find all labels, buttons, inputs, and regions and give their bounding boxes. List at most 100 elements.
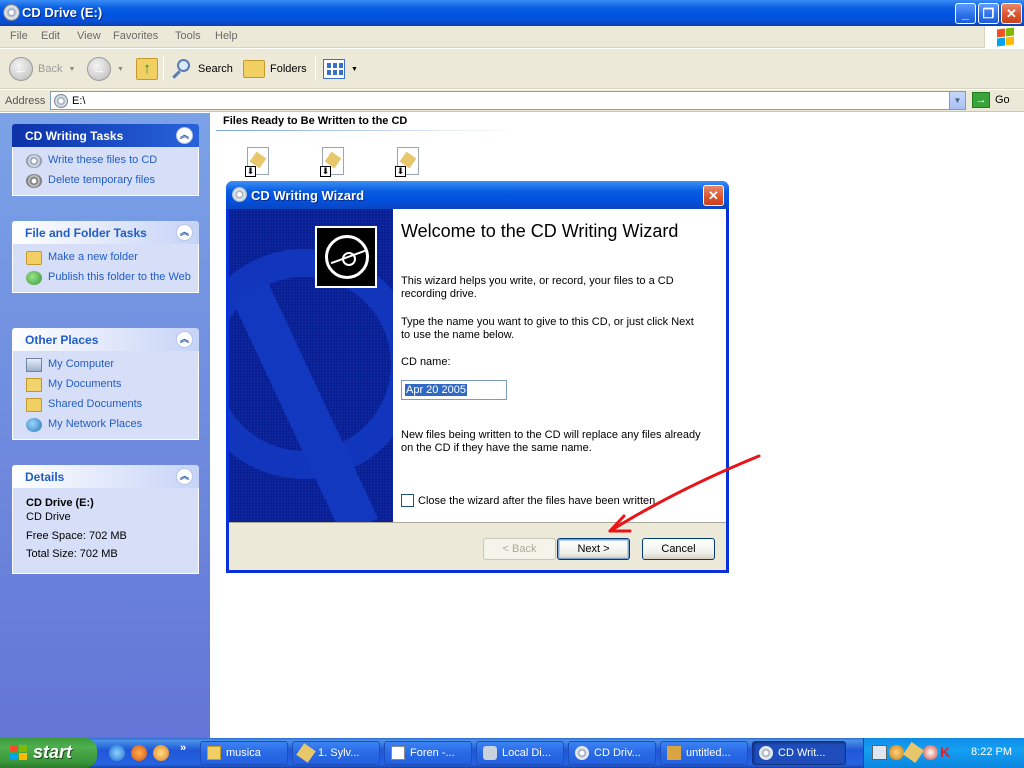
wizard-title: CD Writing Wizard	[251, 188, 365, 203]
publish-folder-link[interactable]: Publish this folder to the Web	[13, 271, 198, 285]
my-computer-link[interactable]: My Computer	[13, 358, 198, 372]
wizard-title-bar[interactable]: CD Writing Wizard	[226, 181, 729, 209]
make-new-folder-link[interactable]: Make a new folder	[13, 251, 198, 265]
checkbox-box[interactable]	[401, 494, 414, 507]
publish-web-icon	[26, 271, 42, 285]
shared-documents-link[interactable]: Shared Documents	[13, 398, 198, 412]
my-network-places-link[interactable]: My Network Places	[13, 418, 198, 432]
write-files-to-cd-link[interactable]: Write these files to CD	[13, 154, 198, 168]
window-title-bar[interactable]: CD Drive (E:) _ ❐ ✕	[0, 0, 1024, 26]
my-documents-icon	[26, 378, 42, 392]
new-folder-icon	[26, 251, 42, 265]
collapse-chevron-icon[interactable]: ︽	[176, 127, 193, 144]
cd-write-icon	[26, 154, 42, 168]
paint-icon	[667, 746, 681, 760]
menu-favorites[interactable]: Favorites	[113, 30, 158, 42]
network-places-icon	[26, 418, 42, 432]
search-button[interactable]: Search	[171, 55, 233, 83]
quicklaunch-expand-icon[interactable]: »	[180, 742, 186, 754]
system-tray: K 8:22 PM	[863, 738, 1024, 768]
my-documents-link[interactable]: My Documents	[13, 378, 198, 392]
forward-button[interactable]: → ▼	[87, 55, 124, 83]
restore-button[interactable]: ❐	[978, 3, 999, 24]
details-free-space: Free Space: 702 MB	[26, 530, 127, 542]
cd-writer-icon	[232, 187, 247, 202]
start-button[interactable]: start	[0, 738, 97, 768]
pending-file-icon[interactable]: ⬇	[318, 145, 348, 177]
cd-name-input[interactable]: Apr 20 2005	[401, 380, 507, 400]
pending-file-icon[interactable]: ⬇	[393, 145, 423, 177]
address-bar: Address E:\ ▼ → Go	[0, 90, 1024, 112]
taskbar-button[interactable]: Foren -...	[384, 741, 472, 765]
address-label: Address	[5, 95, 46, 107]
details-drive-type: CD Drive	[26, 511, 71, 523]
collapse-chevron-icon[interactable]: ︽	[176, 331, 193, 348]
wizard-instructions-text: Type the name you want to give to this C…	[401, 316, 694, 341]
chevron-down-icon: ▼	[68, 65, 76, 73]
views-button[interactable]: ▼	[323, 55, 358, 83]
cd-disc-icon	[315, 226, 377, 288]
wizard-close-button[interactable]: ✕	[703, 185, 724, 206]
internet-explorer-icon[interactable]	[109, 745, 125, 761]
address-dropdown-button[interactable]: ▼	[949, 92, 965, 109]
go-button[interactable]: → Go	[972, 92, 1010, 108]
minimize-button[interactable]: _	[955, 3, 976, 24]
folders-button[interactable]: Folders	[243, 55, 307, 83]
network-tray-icon[interactable]	[872, 745, 887, 760]
menu-edit[interactable]: Edit	[41, 30, 60, 42]
task-pane: CD Writing Tasks ︽ Write these files to …	[0, 113, 210, 738]
back-button[interactable]: ← Back ▼	[9, 55, 75, 83]
audio-tray-icon[interactable]	[889, 745, 904, 760]
taskbar: start » musica 1. Sylv... Foren -... Loc…	[0, 738, 1024, 768]
chevron-down-icon: ▼	[351, 65, 358, 73]
media-tray-icon[interactable]	[903, 742, 924, 763]
cd-drive-icon	[54, 94, 68, 108]
pending-file-icon[interactable]: ⬇	[243, 145, 273, 177]
up-arrow-icon: ↑	[136, 58, 158, 80]
safely-remove-tray-icon[interactable]	[923, 745, 938, 760]
wizard-heading: Welcome to the CD Writing Wizard	[401, 221, 679, 241]
other-places-panel: Other Places ︽ My Computer My Documents …	[12, 328, 199, 440]
antivirus-tray-icon[interactable]: K	[940, 745, 955, 760]
wizard-intro-text: This wizard helps you write, or record, …	[401, 275, 674, 300]
forward-arrow-icon: →	[87, 57, 111, 81]
window-title: CD Drive (E:)	[22, 5, 103, 20]
address-value: E:\	[72, 95, 86, 107]
folder-icon	[207, 746, 221, 760]
menu-file[interactable]: File	[10, 30, 28, 42]
search-icon	[171, 58, 193, 80]
toolbar-divider	[163, 57, 164, 81]
menu-bar: File Edit View Favorites Tools Help	[0, 26, 1024, 48]
other-places-header[interactable]: Other Places ︽	[12, 328, 199, 351]
media-icon[interactable]	[153, 745, 169, 761]
taskbar-button[interactable]: Local Di...	[476, 741, 564, 765]
taskbar-button-active[interactable]: CD Writ...	[752, 741, 846, 765]
taskbar-button[interactable]: CD Driv...	[568, 741, 656, 765]
file-folder-tasks-header[interactable]: File and Folder Tasks ︽	[12, 221, 199, 244]
details-header[interactable]: Details ︽	[12, 465, 199, 488]
cd-writing-tasks-header[interactable]: CD Writing Tasks ︽	[12, 124, 199, 147]
group-divider	[216, 130, 516, 131]
chevron-down-icon: ▼	[117, 65, 124, 73]
firefox-icon[interactable]	[131, 745, 147, 761]
back-wizard-button[interactable]: < Back	[483, 538, 556, 560]
menu-view[interactable]: View	[77, 30, 101, 42]
menu-tools[interactable]: Tools	[175, 30, 201, 42]
taskbar-button[interactable]: 1. Sylv...	[292, 741, 380, 765]
up-folder-button[interactable]: ↑	[136, 55, 158, 83]
local-disk-icon	[483, 746, 497, 760]
cd-writer-icon	[759, 746, 773, 760]
toolbar: ← Back ▼ → ▼ ↑ Search Folders ▼	[0, 49, 1024, 89]
taskbar-button[interactable]: untitled...	[660, 741, 748, 765]
views-icon	[323, 59, 345, 79]
windows-flag-icon	[10, 745, 27, 761]
address-field[interactable]: E:\ ▼	[50, 91, 966, 110]
collapse-chevron-icon[interactable]: ︽	[176, 468, 193, 485]
menu-help[interactable]: Help	[215, 30, 238, 42]
taskbar-button[interactable]: musica	[200, 741, 288, 765]
go-arrow-icon: →	[972, 92, 990, 108]
close-button[interactable]: ✕	[1001, 3, 1022, 24]
cd-writing-tasks-panel: CD Writing Tasks ︽ Write these files to …	[12, 124, 199, 196]
collapse-chevron-icon[interactable]: ︽	[176, 224, 193, 241]
delete-temporary-files-link[interactable]: Delete temporary files	[13, 174, 198, 188]
